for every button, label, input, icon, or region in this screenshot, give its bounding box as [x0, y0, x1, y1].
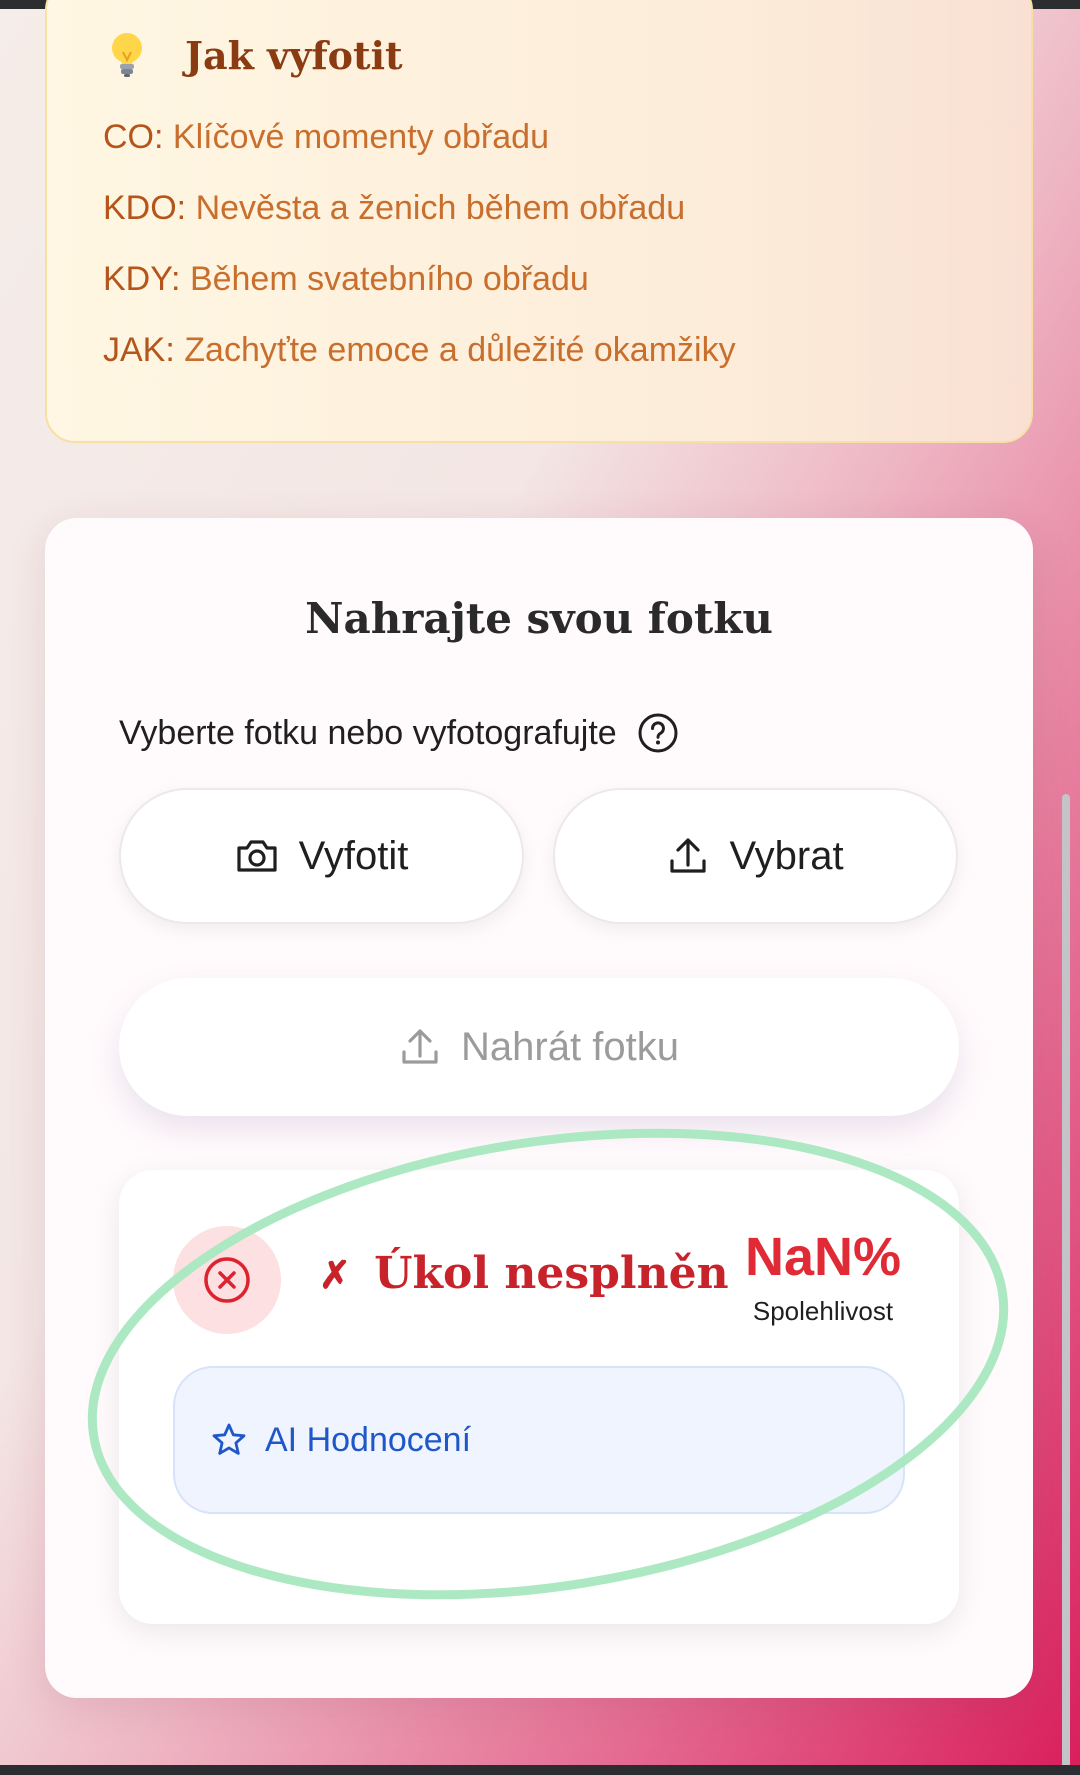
result-status: ✗ Úkol nesplněn: [319, 1248, 729, 1299]
scrollbar[interactable]: [1062, 794, 1070, 1769]
upload-subtitle: Vyberte fotku nebo vyfotografujte: [119, 713, 617, 752]
confidence-label: Spolehlivost: [752, 1296, 894, 1326]
tip-title: Jak vyfotit: [185, 32, 403, 78]
upload-card: Nahrajte svou fotku Vyberte fotku nebo v…: [45, 518, 1033, 1698]
upload-icon: [670, 838, 707, 873]
tip-card: Jak vyfotit CO: Klíčové momenty obřadu K…: [45, 0, 1033, 443]
pick-photo-label: Vybrat: [729, 833, 844, 878]
tip-line-who: KDO: Nevěsta a ženich během obřadu: [103, 189, 685, 228]
lightbulb-icon: [112, 33, 142, 77]
tip-header: Jak vyfotit: [107, 30, 403, 80]
take-photo-label: Vyfotit: [298, 833, 409, 878]
tip-key: CO:: [103, 118, 164, 156]
error-circle-icon: [204, 1257, 250, 1303]
ai-evaluation-label: AI Hodnocení: [265, 1420, 472, 1459]
tip-line-when: KDY: Během svatebního obřadu: [103, 260, 589, 299]
tip-key: KDY:: [103, 260, 181, 298]
bottom-bar: [0, 1765, 1080, 1775]
take-photo-button[interactable]: Vyfotit: [119, 788, 524, 924]
ai-evaluation-panel[interactable]: AI Hodnocení: [173, 1366, 905, 1514]
confidence-score: NaN% Spolehlivost: [745, 1230, 901, 1327]
pick-photo-button[interactable]: Vybrat: [553, 788, 958, 924]
help-icon[interactable]: [637, 712, 679, 754]
tip-value: Nevěsta a ženich během obřadu: [195, 189, 686, 227]
fail-status-badge: [173, 1226, 281, 1334]
tip-key: JAK:: [103, 331, 175, 369]
upload-title: Nahrajte svou fotku: [305, 594, 773, 643]
tip-key: KDO:: [103, 189, 187, 227]
upload-photo-button[interactable]: Nahrát fotku: [119, 978, 959, 1116]
tip-value: Klíčové momenty obřadu: [172, 118, 549, 156]
tip-value: Zachyťte emoce a důležité okamžiky: [184, 331, 736, 369]
upload-photo-label: Nahrát fotku: [461, 1024, 679, 1069]
result-card: ✗ Úkol nesplněn NaN% Spolehlivost AI Hod…: [119, 1170, 959, 1624]
tip-value: Během svatebního obřadu: [189, 260, 589, 298]
camera-icon: [237, 840, 277, 872]
upload-instructions: Vyberte fotku nebo vyfotografujte: [119, 712, 679, 754]
star-icon: [212, 1423, 246, 1455]
cross-mark-icon: ✗: [319, 1252, 351, 1297]
upload-icon: [402, 1029, 438, 1064]
tip-line-how: JAK: Zachyťte emoce a důležité okamžiky: [103, 331, 736, 370]
confidence-value: NaN%: [744, 1227, 901, 1287]
tip-line-what: CO: Klíčové momenty obřadu: [103, 118, 549, 157]
result-status-text: Úkol nesplněn: [374, 1248, 729, 1299]
